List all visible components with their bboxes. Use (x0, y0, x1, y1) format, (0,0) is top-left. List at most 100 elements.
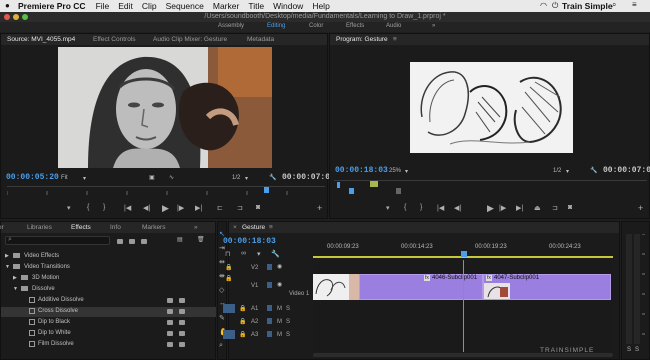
tab-info[interactable]: Info (110, 224, 121, 231)
new-bin-icon[interactable]: ▤ (177, 236, 183, 243)
disclosure-arrow-icon[interactable]: ▶ (13, 275, 17, 281)
menu-edit[interactable]: Edit (118, 1, 133, 11)
workspace-assembly[interactable]: Assembly (218, 23, 244, 29)
maximize-dot[interactable] (22, 14, 28, 20)
timeline-ruler[interactable]: 00:00:09:23 00:00:14:23 00:00:19:23 00:0… (313, 242, 613, 260)
tab-effects[interactable]: Effects (71, 224, 91, 231)
export-frame-icon[interactable]: ◙ (256, 204, 260, 211)
meter-solo-left[interactable]: S (627, 347, 631, 353)
program-playhead[interactable] (349, 188, 354, 194)
mark-in-icon[interactable]: { (87, 204, 89, 211)
step-forward-icon[interactable]: |▶ (177, 204, 184, 212)
effects-tree-item-selected[interactable]: Cross Dissolve (1, 307, 216, 317)
effects-tree-item[interactable]: ▶ 3D Motion (1, 274, 216, 284)
razor-tool-icon[interactable]: ◇ (219, 286, 224, 294)
go-to-in-icon[interactable]: |◀ (437, 204, 444, 212)
wifi-icon[interactable]: ◠ (540, 1, 547, 10)
sync-lock-icon[interactable] (267, 318, 272, 324)
program-range-bar[interactable] (370, 181, 378, 187)
mute-button[interactable]: M (277, 319, 282, 325)
menu-sequence[interactable]: Sequence (166, 1, 204, 11)
snap-icon[interactable]: ⊓ (225, 250, 230, 258)
menu-help[interactable]: Help (312, 1, 329, 11)
wrench-icon[interactable]: 🔧 (590, 167, 597, 174)
effects-tree-item[interactable]: Film Dissolve (1, 340, 216, 350)
menu-file[interactable]: File (96, 1, 110, 11)
effects-tabs-more[interactable]: » (194, 224, 198, 231)
target-patch[interactable] (223, 330, 235, 339)
timeline-settings-icon[interactable]: 🔧 (271, 250, 280, 258)
source-current-timecode[interactable]: 00:00:05:20 (6, 173, 59, 182)
tab-project-partial[interactable]: er (0, 224, 4, 231)
sync-lock-icon[interactable] (267, 331, 272, 337)
program-current-timecode[interactable]: 00:00:18:03 (335, 166, 388, 175)
source-video-frame[interactable] (58, 47, 272, 168)
program-menu-icon[interactable]: ≡ (393, 36, 397, 43)
tab-program[interactable]: Program: Gesture (336, 36, 388, 43)
chevron-down-icon[interactable]: ▾ (245, 175, 248, 182)
effects-tree-item[interactable]: Additive Dissolve (1, 296, 216, 306)
yuv-filter-icon[interactable] (141, 239, 147, 244)
insert-icon[interactable]: ⊏ (217, 204, 223, 212)
timeline-timecode[interactable]: 00:00:18:03 (223, 237, 276, 246)
lift-icon[interactable]: ⏏ (534, 204, 541, 212)
disclosure-arrow-icon[interactable]: ▼ (13, 286, 18, 292)
timeline-clip-area[interactable]: fx 4046-Subclip001 fx 4047-Subclip001 (313, 260, 613, 352)
mark-in-icon[interactable]: { (404, 204, 406, 211)
app-menu[interactable]: Premiere Pro CC (18, 1, 86, 11)
mute-button[interactable]: M (277, 332, 282, 338)
source-playhead[interactable] (264, 187, 269, 193)
wrench-icon[interactable]: 🔧 (269, 174, 276, 181)
eye-icon[interactable]: ◉ (277, 281, 282, 288)
go-to-out-icon[interactable]: ▶| (516, 204, 523, 212)
delete-icon[interactable]: 🗑 (197, 236, 205, 243)
timeline-playhead-handle[interactable] (461, 251, 467, 257)
program-time-ruler[interactable] (334, 180, 647, 194)
source-patch[interactable] (223, 304, 235, 313)
search-icon[interactable]: ⌕ (612, 0, 616, 10)
add-button-icon[interactable]: + (638, 203, 643, 213)
disclosure-arrow-icon[interactable]: ▶ (5, 253, 9, 259)
step-forward-icon[interactable]: |▶ (499, 204, 506, 212)
workspace-audio[interactable]: Audio (386, 23, 401, 29)
marker-icon[interactable]: ▾ (386, 204, 390, 212)
program-zoom-select[interactable]: 25% (389, 168, 401, 174)
eye-icon[interactable]: ◉ (277, 263, 282, 270)
sync-lock-icon[interactable] (267, 264, 272, 270)
go-to-out-icon[interactable]: ▶| (195, 204, 202, 212)
step-back-icon[interactable]: ◀| (143, 204, 150, 212)
source-fit-select[interactable]: Fit (61, 175, 68, 181)
mark-out-icon[interactable]: } (103, 204, 105, 211)
chevron-down-icon[interactable]: ▾ (83, 175, 86, 182)
effects-tree-item[interactable]: ▼ Video Transitions (1, 263, 216, 273)
mute-button[interactable]: M (277, 306, 282, 312)
pen-tool-icon[interactable]: ✎ (219, 314, 225, 322)
tab-sequence-gesture[interactable]: Gesture (242, 224, 265, 231)
workspace-more[interactable]: » (432, 23, 435, 29)
program-video-frame[interactable] (410, 62, 573, 153)
add-marker-icon[interactable]: ▾ (257, 250, 261, 258)
play-icon[interactable]: ▶ (162, 203, 169, 214)
source-time-ruler[interactable] (6, 186, 325, 195)
workspace-effects[interactable]: Effects (346, 23, 364, 29)
menu-marker[interactable]: Marker (213, 1, 239, 11)
list-icon[interactable]: ≡ (632, 0, 637, 9)
mark-out-icon[interactable]: } (420, 204, 422, 211)
tab-effect-controls[interactable]: Effect Controls (93, 36, 136, 43)
clip-transition-strip[interactable] (349, 274, 359, 300)
lock-icon[interactable]: 🔒 (239, 331, 246, 338)
meter-solo-right[interactable]: S (635, 347, 639, 353)
export-frame-icon[interactable]: ◙ (568, 204, 572, 211)
program-resolution-select[interactable]: 1/2 (553, 168, 561, 174)
tab-audio-clip-mixer[interactable]: Audio Clip Mixer: Gesture (153, 36, 227, 43)
add-button-icon[interactable]: + (317, 203, 322, 213)
minimize-dot[interactable] (13, 14, 19, 20)
apple-icon[interactable]: ● (5, 1, 10, 10)
menu-title[interactable]: Title (248, 1, 264, 11)
lock-icon[interactable]: 🔒 (239, 318, 246, 325)
effects-tree-item[interactable]: ▼ Dissolve (1, 285, 216, 295)
workspace-editing[interactable]: Editing (267, 23, 285, 29)
solo-button[interactable]: S (286, 306, 290, 312)
sync-lock-icon[interactable] (267, 305, 272, 311)
timeline-menu-icon[interactable]: ≡ (269, 224, 273, 231)
